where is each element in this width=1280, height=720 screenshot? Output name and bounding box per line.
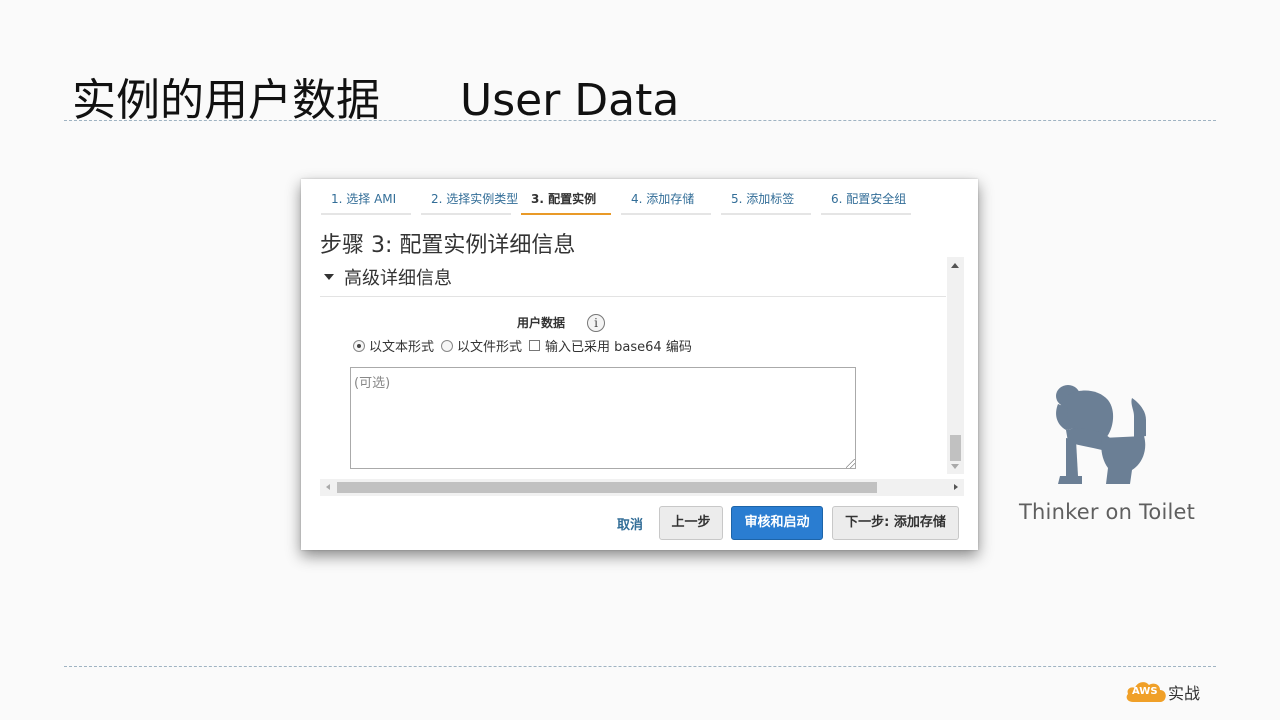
next-add-storage-button[interactable]: 下一步: 添加存储 xyxy=(832,506,959,540)
step-tab-choose-ami[interactable]: 1. 选择 AMI xyxy=(321,191,411,215)
step-tab-configure-security-group[interactable]: 6. 配置安全组 xyxy=(821,191,911,215)
cancel-button[interactable]: 取消 xyxy=(617,514,643,533)
triangle-down-icon xyxy=(324,274,334,280)
step-tab-configure-instance[interactable]: 3. 配置实例 xyxy=(521,191,611,215)
review-and-launch-button[interactable]: 审核和启动 xyxy=(731,506,823,540)
thinker-statue-icon xyxy=(1056,385,1146,484)
option-as-file[interactable]: 以文件形式 xyxy=(441,336,522,355)
radio-as-text[interactable] xyxy=(353,339,365,352)
scroll-right-icon[interactable] xyxy=(954,484,958,490)
advanced-details-toggle[interactable]: 高级详细信息 xyxy=(320,257,946,297)
radio-as-file[interactable] xyxy=(441,339,454,352)
user-data-label: 用户数据 xyxy=(517,316,566,330)
horizontal-scrollbar[interactable] xyxy=(320,479,964,496)
aws-badge-label: 实战 xyxy=(1168,684,1201,703)
bottom-divider xyxy=(64,666,1216,667)
slide-title-en: User Data xyxy=(460,75,680,126)
slide-title: 实例的用户数据 User Data xyxy=(72,64,679,128)
vertical-scroll-thumb[interactable] xyxy=(950,435,961,461)
logo-text: Thinker on Toilet xyxy=(1019,500,1196,524)
advanced-details-title: 高级详细信息 xyxy=(344,268,452,289)
option-base64[interactable]: 输入已采用 base64 编码 xyxy=(529,336,692,355)
option-as-text[interactable]: 以文本形式 xyxy=(353,336,434,355)
option-base64-label: 输入已采用 base64 编码 xyxy=(545,340,692,355)
option-as-file-label: 以文件形式 xyxy=(457,340,523,355)
top-divider xyxy=(64,120,1216,121)
step-tab-choose-instance-type[interactable]: 2. 选择实例类型 xyxy=(421,191,518,215)
wizard-steps: 1. 选择 AMI 2. 选择实例类型 3. 配置实例 4. 添加存储 5. 添… xyxy=(321,191,921,215)
launch-wizard-dialog: 1. 选择 AMI 2. 选择实例类型 3. 配置实例 4. 添加存储 5. 添… xyxy=(301,179,978,550)
scroll-down-icon[interactable] xyxy=(951,464,959,469)
option-as-text-label: 以文本形式 xyxy=(369,340,435,355)
horizontal-scroll-thumb[interactable] xyxy=(337,482,877,493)
resize-handle-icon[interactable] xyxy=(846,459,855,468)
wizard-footer: 取消 上一步 审核和启动 下一步: 添加存储 xyxy=(301,506,978,540)
aws-cloud-icon: AWS xyxy=(1125,678,1167,704)
checkbox-base64[interactable] xyxy=(529,340,541,351)
vertical-scrollbar[interactable] xyxy=(947,257,964,474)
scroll-left-icon[interactable] xyxy=(326,484,330,490)
info-icon[interactable]: i xyxy=(587,314,605,332)
user-data-options: 以文本形式 以文件形式 输入已采用 base64 编码 xyxy=(353,336,699,355)
step-tab-add-storage[interactable]: 4. 添加存储 xyxy=(621,191,711,215)
slide-title-cn: 实例的用户数据 xyxy=(72,75,380,126)
previous-button[interactable]: 上一步 xyxy=(659,506,723,540)
scroll-up-icon[interactable] xyxy=(951,263,959,268)
user-data-textarea[interactable]: (可选) xyxy=(350,367,856,469)
scroll-content: 高级详细信息 用户数据 i 以文本形式 以文件形式 输入已采用 base64 编… xyxy=(320,257,946,477)
step-tab-add-tags[interactable]: 5. 添加标签 xyxy=(721,191,811,215)
step-heading: 步骤 3: 配置实例详细信息 xyxy=(320,233,576,258)
aws-badge-text: AWS xyxy=(1132,686,1158,697)
